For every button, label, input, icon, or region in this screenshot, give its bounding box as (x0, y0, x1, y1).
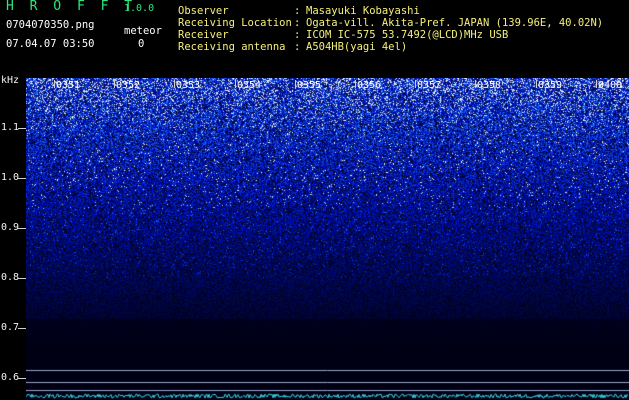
y-tick-label: 0.6 (1, 372, 20, 383)
x-tick-mark (54, 80, 55, 88)
x-tick-mark (536, 80, 537, 88)
x-tick-mark (174, 80, 175, 88)
location-value: Ogata-vill. Akita-Pref. JAPAN (139.96E, … (306, 17, 604, 29)
receiver-colon: : (294, 29, 301, 41)
y-tick-label: 0.8 (1, 272, 20, 283)
antenna-label: Receiving antenna (178, 41, 286, 53)
image-filename: 0704070350.png (6, 19, 95, 31)
x-tick-label: 0359 (538, 80, 563, 91)
y-tick-label: 1.1 (1, 122, 20, 133)
x-tick-mark (596, 80, 597, 88)
x-tick-label: 0356 (357, 80, 382, 91)
x-tick-mark (114, 80, 115, 88)
receiver-label: Receiver (178, 29, 229, 41)
location-colon: : (294, 17, 301, 29)
x-tick-mark (295, 80, 296, 88)
x-tick-label: 0354 (237, 80, 262, 91)
location-label: Receiving Location (178, 17, 292, 29)
detection-label: meteor (124, 25, 162, 37)
x-tick-label: 0358 (477, 80, 502, 91)
y-tick-label: 0.7 (1, 322, 20, 333)
y-tick-mark (18, 378, 26, 379)
observer-value: Masayuki Kobayashi (306, 5, 420, 17)
timestamp: 07.04.07 03:50 (6, 38, 95, 50)
y-tick-mark (18, 278, 26, 279)
x-tick-mark (235, 80, 236, 88)
y-tick-label: 1.0 (1, 172, 20, 183)
observer-label: Observer (178, 5, 229, 17)
x-tick-label: 0351 (56, 80, 81, 91)
x-tick-mark (415, 80, 416, 88)
y-tick-mark (18, 178, 26, 179)
y-axis-unit: kHz (1, 75, 20, 86)
x-tick-mark (355, 80, 356, 88)
header-panel: H R O F F T 1.0.0 0704070350.png meteor … (0, 0, 629, 78)
spectrogram-canvas (26, 78, 629, 400)
x-tick-label: 0355 (297, 80, 322, 91)
receiver-value: ICOM IC-575 53.7492(@LCD)MHz USB (306, 29, 509, 41)
x-tick-label: 0352 (116, 80, 141, 91)
x-tick-label: 0400 (598, 80, 623, 91)
x-tick-label: 0357 (417, 80, 442, 91)
app-title: H R O F F T (6, 0, 137, 14)
observer-colon: : (294, 5, 301, 17)
x-tick-mark (475, 80, 476, 88)
y-tick-mark (18, 128, 26, 129)
detection-count: 0 (138, 38, 145, 50)
y-tick-mark (18, 228, 26, 229)
y-tick-mark (18, 328, 26, 329)
app-version: 1.0.0 (124, 3, 155, 14)
y-tick-label: 0.9 (1, 222, 20, 233)
x-tick-label: 0353 (176, 80, 201, 91)
antenna-colon: : (294, 41, 301, 53)
antenna-value: A504HB(yagi 4el) (306, 41, 408, 53)
